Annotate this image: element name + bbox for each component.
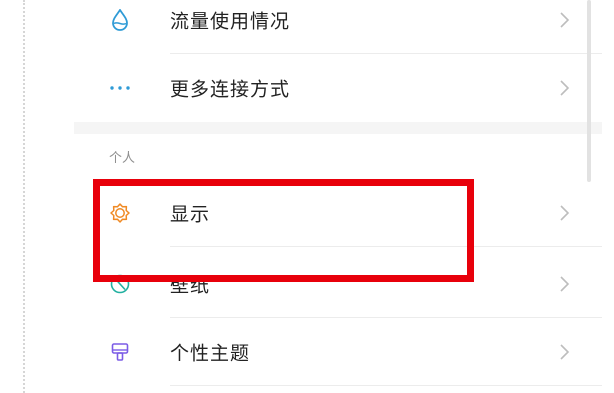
section-header-personal: 个人 (109, 151, 136, 166)
chevron-right-icon (558, 10, 572, 30)
sun-icon (109, 202, 131, 224)
row-divider (170, 385, 602, 386)
section-separator (74, 122, 602, 134)
settings-item-themes[interactable]: 个性主题 (74, 318, 602, 386)
chevron-right-icon (558, 203, 572, 223)
settings-item-display[interactable]: 显示 (74, 179, 602, 247)
row-divider (170, 246, 602, 247)
left-dotted-edge (23, 0, 25, 393)
scrollbar[interactable] (587, 0, 591, 182)
theme-brush-icon (109, 341, 131, 363)
chevron-right-icon (558, 342, 572, 362)
settings-item-label: 个性主题 (170, 342, 251, 365)
settings-item-label: 更多连接方式 (170, 78, 291, 101)
chevron-right-icon (558, 274, 572, 294)
settings-item-label: 流量使用情况 (170, 10, 291, 33)
settings-item-data-usage[interactable]: 流量使用情况 (74, 0, 602, 54)
more-dots-icon (109, 77, 131, 99)
settings-item-label: 壁纸 (170, 274, 211, 297)
settings-list: 流量使用情况 更多连接方式 个人 显示 壁纸 个性主题 (74, 0, 602, 393)
settings-page: 流量使用情况 更多连接方式 个人 显示 壁纸 个性主题 (0, 0, 614, 393)
settings-item-label: 显示 (170, 203, 211, 226)
settings-item-more-connections[interactable]: 更多连接方式 (74, 54, 602, 122)
settings-item-wallpaper[interactable]: 壁纸 (74, 250, 602, 318)
chevron-right-icon (558, 78, 572, 98)
water-drop-icon (109, 9, 131, 31)
wallpaper-icon (109, 273, 131, 295)
